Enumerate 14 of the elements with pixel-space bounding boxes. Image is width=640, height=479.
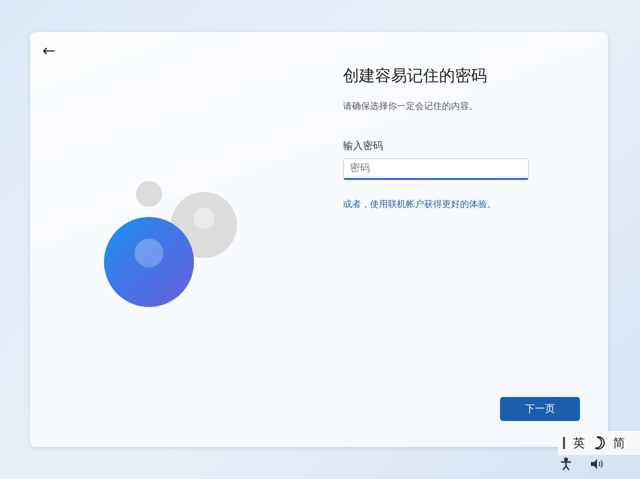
- page-heading: 创建容易记住的密码: [343, 66, 488, 87]
- moon-icon[interactable]: [593, 436, 605, 450]
- field-label: 输入密码: [343, 140, 384, 153]
- back-button[interactable]: ←: [38, 40, 60, 62]
- account-icon: [104, 217, 194, 307]
- page-subtitle: 请确保选择你一定会记住的内容。: [343, 100, 479, 113]
- speaker-icon[interactable]: [590, 458, 604, 470]
- online-account-link[interactable]: 或者，使用联机帐户获得更好的体验。: [343, 200, 496, 210]
- accessibility-icon[interactable]: [560, 457, 572, 471]
- next-button[interactable]: 下一页: [500, 397, 580, 421]
- ime-mode-label[interactable]: 简: [613, 434, 625, 452]
- ime-handle-icon[interactable]: [563, 437, 565, 449]
- ime-mode-label[interactable]: 英: [573, 434, 585, 452]
- password-field[interactable]: 密码: [343, 158, 529, 180]
